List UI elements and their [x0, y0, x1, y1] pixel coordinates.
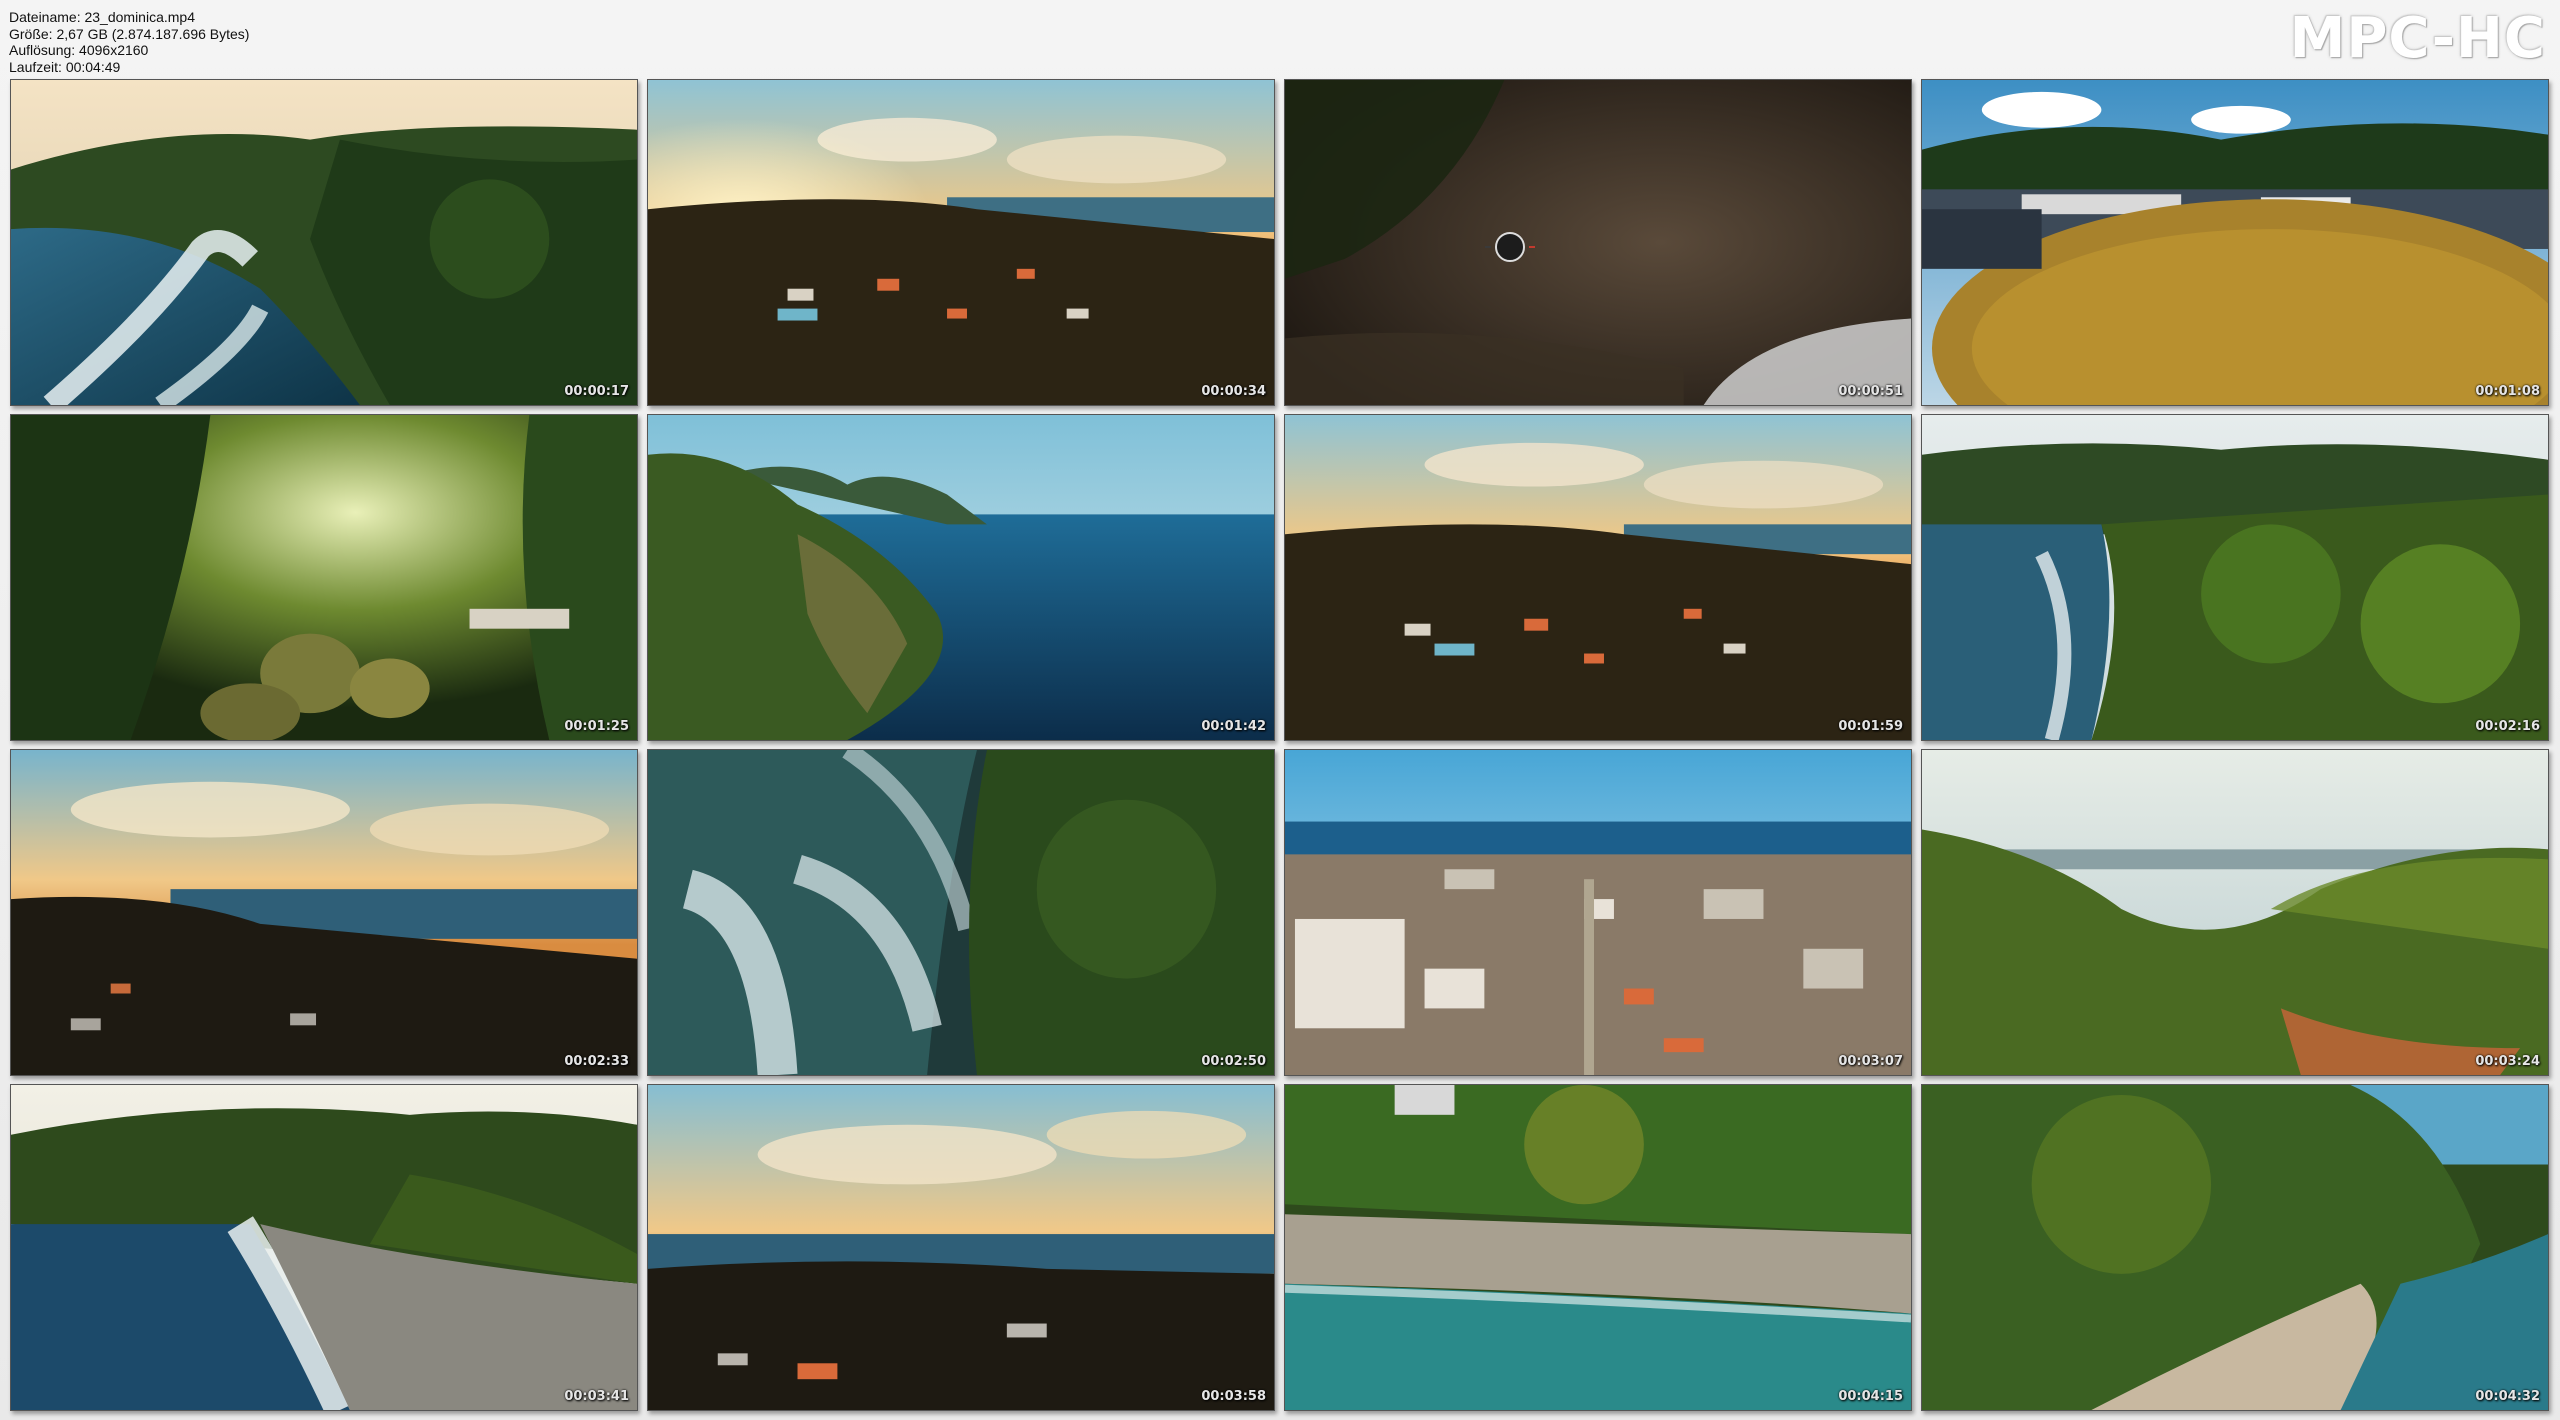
timestamp: 00:02:16	[2475, 719, 2540, 734]
thumbnail-3[interactable]: 00:00:51	[1284, 79, 1912, 406]
file-info: Dateiname: 23_dominica.mp4 Größe: 2,67 G…	[9, 9, 249, 75]
scene-sunset-town-2	[1285, 415, 1911, 740]
file-name: Dateiname: 23_dominica.mp4	[9, 9, 195, 25]
mpc-hc-logo: MPC-HC	[2289, 6, 2546, 71]
thumbnail-15[interactable]: 00:04:15	[1284, 1084, 1912, 1411]
scene-coast-surf	[11, 80, 637, 405]
timestamp: 00:02:50	[1201, 1054, 1266, 1069]
thumbnail-9[interactable]: 00:02:33	[10, 749, 638, 1076]
scene-dark-ground	[1285, 80, 1911, 405]
scene-topdown-surf	[648, 750, 1274, 1075]
timestamp: 00:03:58	[1201, 1389, 1266, 1404]
scene-city	[1285, 750, 1911, 1075]
scene-cliff-coast	[648, 415, 1274, 740]
timestamp: 00:03:24	[2475, 1054, 2540, 1069]
thumbnail-16[interactable]: 00:04:32	[1921, 1084, 2549, 1411]
thumbnail-11[interactable]: 00:03:07	[1284, 749, 1912, 1076]
scene-sunset-bay	[11, 750, 637, 1075]
scene-cove	[1922, 1085, 2548, 1410]
watermark	[1485, 232, 1535, 262]
thumbnail-grid: 00:00:17 00:00:34 00:00:51 00:01:08 00:0…	[10, 79, 2550, 1411]
timestamp: 00:00:34	[1201, 384, 1266, 399]
thumbnail-4[interactable]: 00:01:08	[1921, 79, 2549, 406]
watermark-face-icon	[1495, 232, 1525, 262]
timestamp: 00:01:59	[1838, 719, 1903, 734]
thumbnail-10[interactable]: 00:02:50	[647, 749, 1275, 1076]
thumbnail-13[interactable]: 00:03:41	[10, 1084, 638, 1411]
timestamp: 00:01:42	[1201, 719, 1266, 734]
thumbnail-5[interactable]: 00:01:25	[10, 414, 638, 741]
scene-palm-beach	[1922, 415, 2548, 740]
thumbnail-2[interactable]: 00:00:34	[647, 79, 1275, 406]
info-header: Dateiname: 23_dominica.mp4 Größe: 2,67 G…	[0, 0, 2560, 78]
thumbnail-12[interactable]: 00:03:24	[1921, 749, 2549, 1076]
timestamp: 00:03:07	[1838, 1054, 1903, 1069]
scene-valley	[1922, 750, 2548, 1075]
timestamp: 00:04:15	[1838, 1389, 1903, 1404]
timestamp: 00:03:41	[564, 1389, 629, 1404]
scene-stadium	[1922, 80, 2548, 405]
duration: Laufzeit: 00:04:49	[9, 58, 121, 75]
resolution: Auflösung: 4096x2160	[9, 42, 149, 58]
thumbnail-8[interactable]: 00:02:16	[1921, 414, 2549, 741]
file-size: Größe: 2,67 GB (2.874.187.696 Bytes)	[9, 25, 250, 42]
thumbnail-7[interactable]: 00:01:59	[1284, 414, 1912, 741]
scene-rocky-shore	[1285, 1085, 1911, 1410]
timestamp: 00:00:17	[564, 384, 629, 399]
timestamp: 00:02:33	[564, 1054, 629, 1069]
watermark-text-right	[1529, 246, 1535, 248]
timestamp: 00:00:51	[1838, 384, 1903, 399]
scene-jungle	[11, 415, 637, 740]
thumbnail-6[interactable]: 00:01:42	[647, 414, 1275, 741]
thumbnail-14[interactable]: 00:03:58	[647, 1084, 1275, 1411]
timestamp: 00:01:25	[564, 719, 629, 734]
timestamp: 00:04:32	[2475, 1389, 2540, 1404]
scene-sunset-town-3	[648, 1085, 1274, 1410]
scene-beach-curve	[11, 1085, 637, 1410]
scene-sunset-town	[648, 80, 1274, 405]
watermark-text-left	[1485, 246, 1491, 248]
thumbnail-1[interactable]: 00:00:17	[10, 79, 638, 406]
timestamp: 00:01:08	[2475, 384, 2540, 399]
